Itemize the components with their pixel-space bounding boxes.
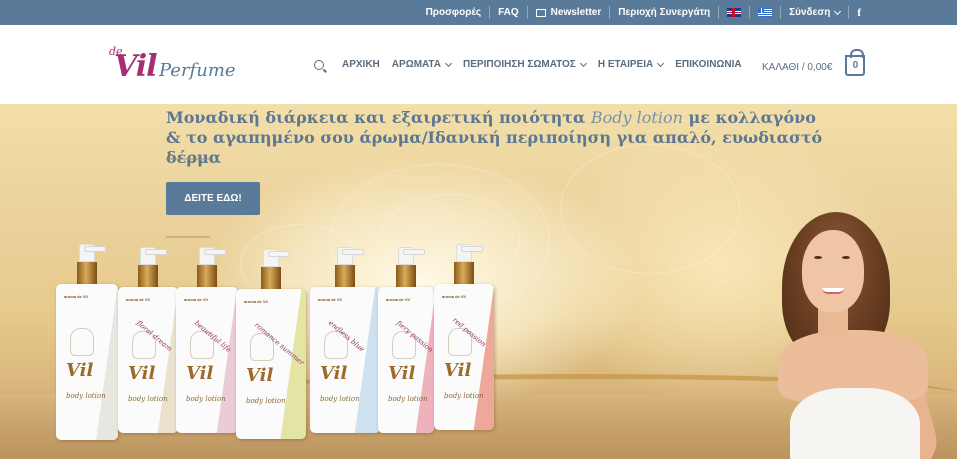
bottle-sub: body lotion bbox=[388, 395, 428, 403]
newsletter-link[interactable]: Newsletter bbox=[535, 7, 602, 18]
product-bottle: aroma de Vil floral dream Vil body lotion bbox=[118, 247, 178, 433]
logo[interactable]: de Vil Perfume bbox=[107, 45, 247, 89]
headline-text: Μοναδική διάρκεια και εξαιρετική ποιότητ… bbox=[166, 108, 591, 127]
divider bbox=[718, 6, 720, 19]
greek-flag-icon bbox=[758, 8, 773, 17]
bottle-sub: body lotion bbox=[320, 395, 360, 403]
envelope-icon bbox=[535, 8, 546, 17]
faq-link[interactable]: FAQ bbox=[498, 7, 519, 18]
product-bottle: aroma de Vil fiery passion Vil body lotion bbox=[378, 247, 434, 433]
chevron-down-icon bbox=[834, 7, 842, 15]
nav-item-home[interactable]: ΑΡΧΙΚΗ bbox=[342, 59, 380, 70]
partner-area-link[interactable]: Περιοχή Συνεργάτη bbox=[618, 7, 710, 18]
bottle-brand: Vil bbox=[66, 360, 94, 381]
product-bottle: aroma de Vil romance summer Vil body lotion bbox=[236, 249, 306, 439]
hero-banner: Μοναδική διάρκεια και εξαιρετική ποιότητ… bbox=[0, 104, 957, 459]
nav-item-label: ΑΡΧΙΚΗ bbox=[342, 59, 380, 70]
bottle-brand: Vil bbox=[388, 363, 416, 384]
logo-perfume: Perfume bbox=[159, 60, 236, 81]
see-here-button[interactable]: ΔΕΙΤΕ ΕΔΩ! bbox=[166, 182, 260, 215]
bottle-brand: Vil bbox=[246, 365, 274, 386]
bottle-sub: body lotion bbox=[246, 397, 286, 405]
divider bbox=[166, 158, 210, 160]
top-bar: Προσφορές FAQ Newsletter Περιοχή Συνεργά… bbox=[0, 0, 957, 25]
language-el[interactable] bbox=[758, 8, 773, 17]
nav-item-contact[interactable]: ΕΠΙΚΟΙΝΩΝΙΑ bbox=[675, 59, 741, 70]
bottle-label: aroma de Vil bbox=[244, 299, 268, 304]
product-bottle: aroma de Vil endless blue Vil body lotion bbox=[310, 247, 380, 433]
chevron-down-icon bbox=[579, 59, 587, 67]
divider bbox=[526, 6, 528, 19]
main-nav: ΑΡΧΙΚΗ ΑΡΩΜΑΤΑ ΠΕΡΙΠΟΙΗΣΗ ΣΩΜΑΤΟΣ Η ΕΤΑΙ… bbox=[314, 59, 754, 70]
bottle-brand: Vil bbox=[128, 363, 156, 384]
nav-item-perfumes[interactable]: ΑΡΩΜΑΤΑ bbox=[391, 59, 453, 70]
divider bbox=[166, 236, 210, 238]
bottle-brand: Vil bbox=[186, 363, 214, 384]
product-bottle: aroma de Vil Vil body lotion bbox=[56, 244, 118, 440]
product-bottle: aroma de Vil red passion Vil body lotion bbox=[434, 244, 494, 430]
chevron-down-icon bbox=[657, 59, 665, 67]
cart-icon[interactable]: 0 bbox=[845, 49, 866, 76]
hero-headline: Μοναδική διάρκεια και εξαιρετική ποιότητ… bbox=[166, 108, 826, 168]
login-menu[interactable]: Σύνδεση bbox=[789, 7, 842, 18]
bottle-label: aroma de Vil bbox=[386, 297, 410, 302]
nav-item-label: ΠΕΡΙΠΟΙΗΣΗ ΣΩΜΑΤΟΣ bbox=[463, 59, 576, 70]
offers-link[interactable]: Προσφορές bbox=[426, 7, 482, 18]
bottle-brand: Vil bbox=[320, 363, 348, 384]
bottle-label: aroma de Vil bbox=[64, 294, 88, 299]
bottle-label: aroma de Vil bbox=[318, 297, 342, 302]
headline-script-text: Body lotion bbox=[590, 108, 683, 127]
product-bottle: aroma de Vil beautiful life Vil body lotion bbox=[176, 247, 238, 433]
bottle-label: aroma de Vil bbox=[126, 297, 150, 302]
nav-item-label: Η ΕΤΑΙΡΕΙΑ bbox=[597, 59, 654, 70]
language-en[interactable] bbox=[727, 8, 742, 17]
divider bbox=[489, 6, 491, 19]
bottle-sub: body lotion bbox=[186, 395, 226, 403]
model-image bbox=[760, 212, 957, 459]
nav-item-label: ΑΡΩΜΑΤΑ bbox=[391, 59, 442, 70]
divider bbox=[848, 6, 850, 19]
nav-item-label: ΕΠΙΚΟΙΝΩΝΙΑ bbox=[675, 59, 742, 70]
uk-flag-icon bbox=[727, 8, 742, 17]
search-icon[interactable] bbox=[314, 59, 324, 70]
login-label: Σύνδεση bbox=[789, 7, 831, 18]
facebook-icon[interactable]: f bbox=[857, 7, 861, 19]
divider bbox=[609, 6, 611, 19]
bottle-label: aroma de Vil bbox=[184, 297, 208, 302]
cart[interactable]: ΚΑΛΑΘΙ / 0,00€ 0 bbox=[762, 49, 866, 76]
bottle-brand: Vil bbox=[444, 360, 472, 381]
nav-item-company[interactable]: Η ΕΤΑΙΡΕΙΑ bbox=[597, 59, 665, 70]
bottle-sub: body lotion bbox=[128, 395, 168, 403]
bottle-sub: body lotion bbox=[444, 392, 484, 400]
divider bbox=[780, 6, 782, 19]
cart-total: ΚΑΛΑΘΙ / 0,00€ bbox=[762, 61, 833, 73]
divider bbox=[749, 6, 751, 19]
site-header: de Vil Perfume ΑΡΧΙΚΗ ΑΡΩΜΑΤΑ ΠΕΡΙΠΟΙΗΣΗ… bbox=[0, 25, 957, 104]
chevron-down-icon bbox=[444, 59, 453, 67]
bottle-sub: body lotion bbox=[66, 392, 106, 400]
newsletter-label: Newsletter bbox=[550, 7, 602, 18]
cart-count: 0 bbox=[852, 60, 859, 71]
logo-vil: Vil bbox=[114, 49, 158, 84]
bottle-label: aroma de Vil bbox=[442, 294, 466, 299]
nav-item-body-care[interactable]: ΠΕΡΙΠΟΙΗΣΗ ΣΩΜΑΤΟΣ bbox=[463, 59, 587, 70]
